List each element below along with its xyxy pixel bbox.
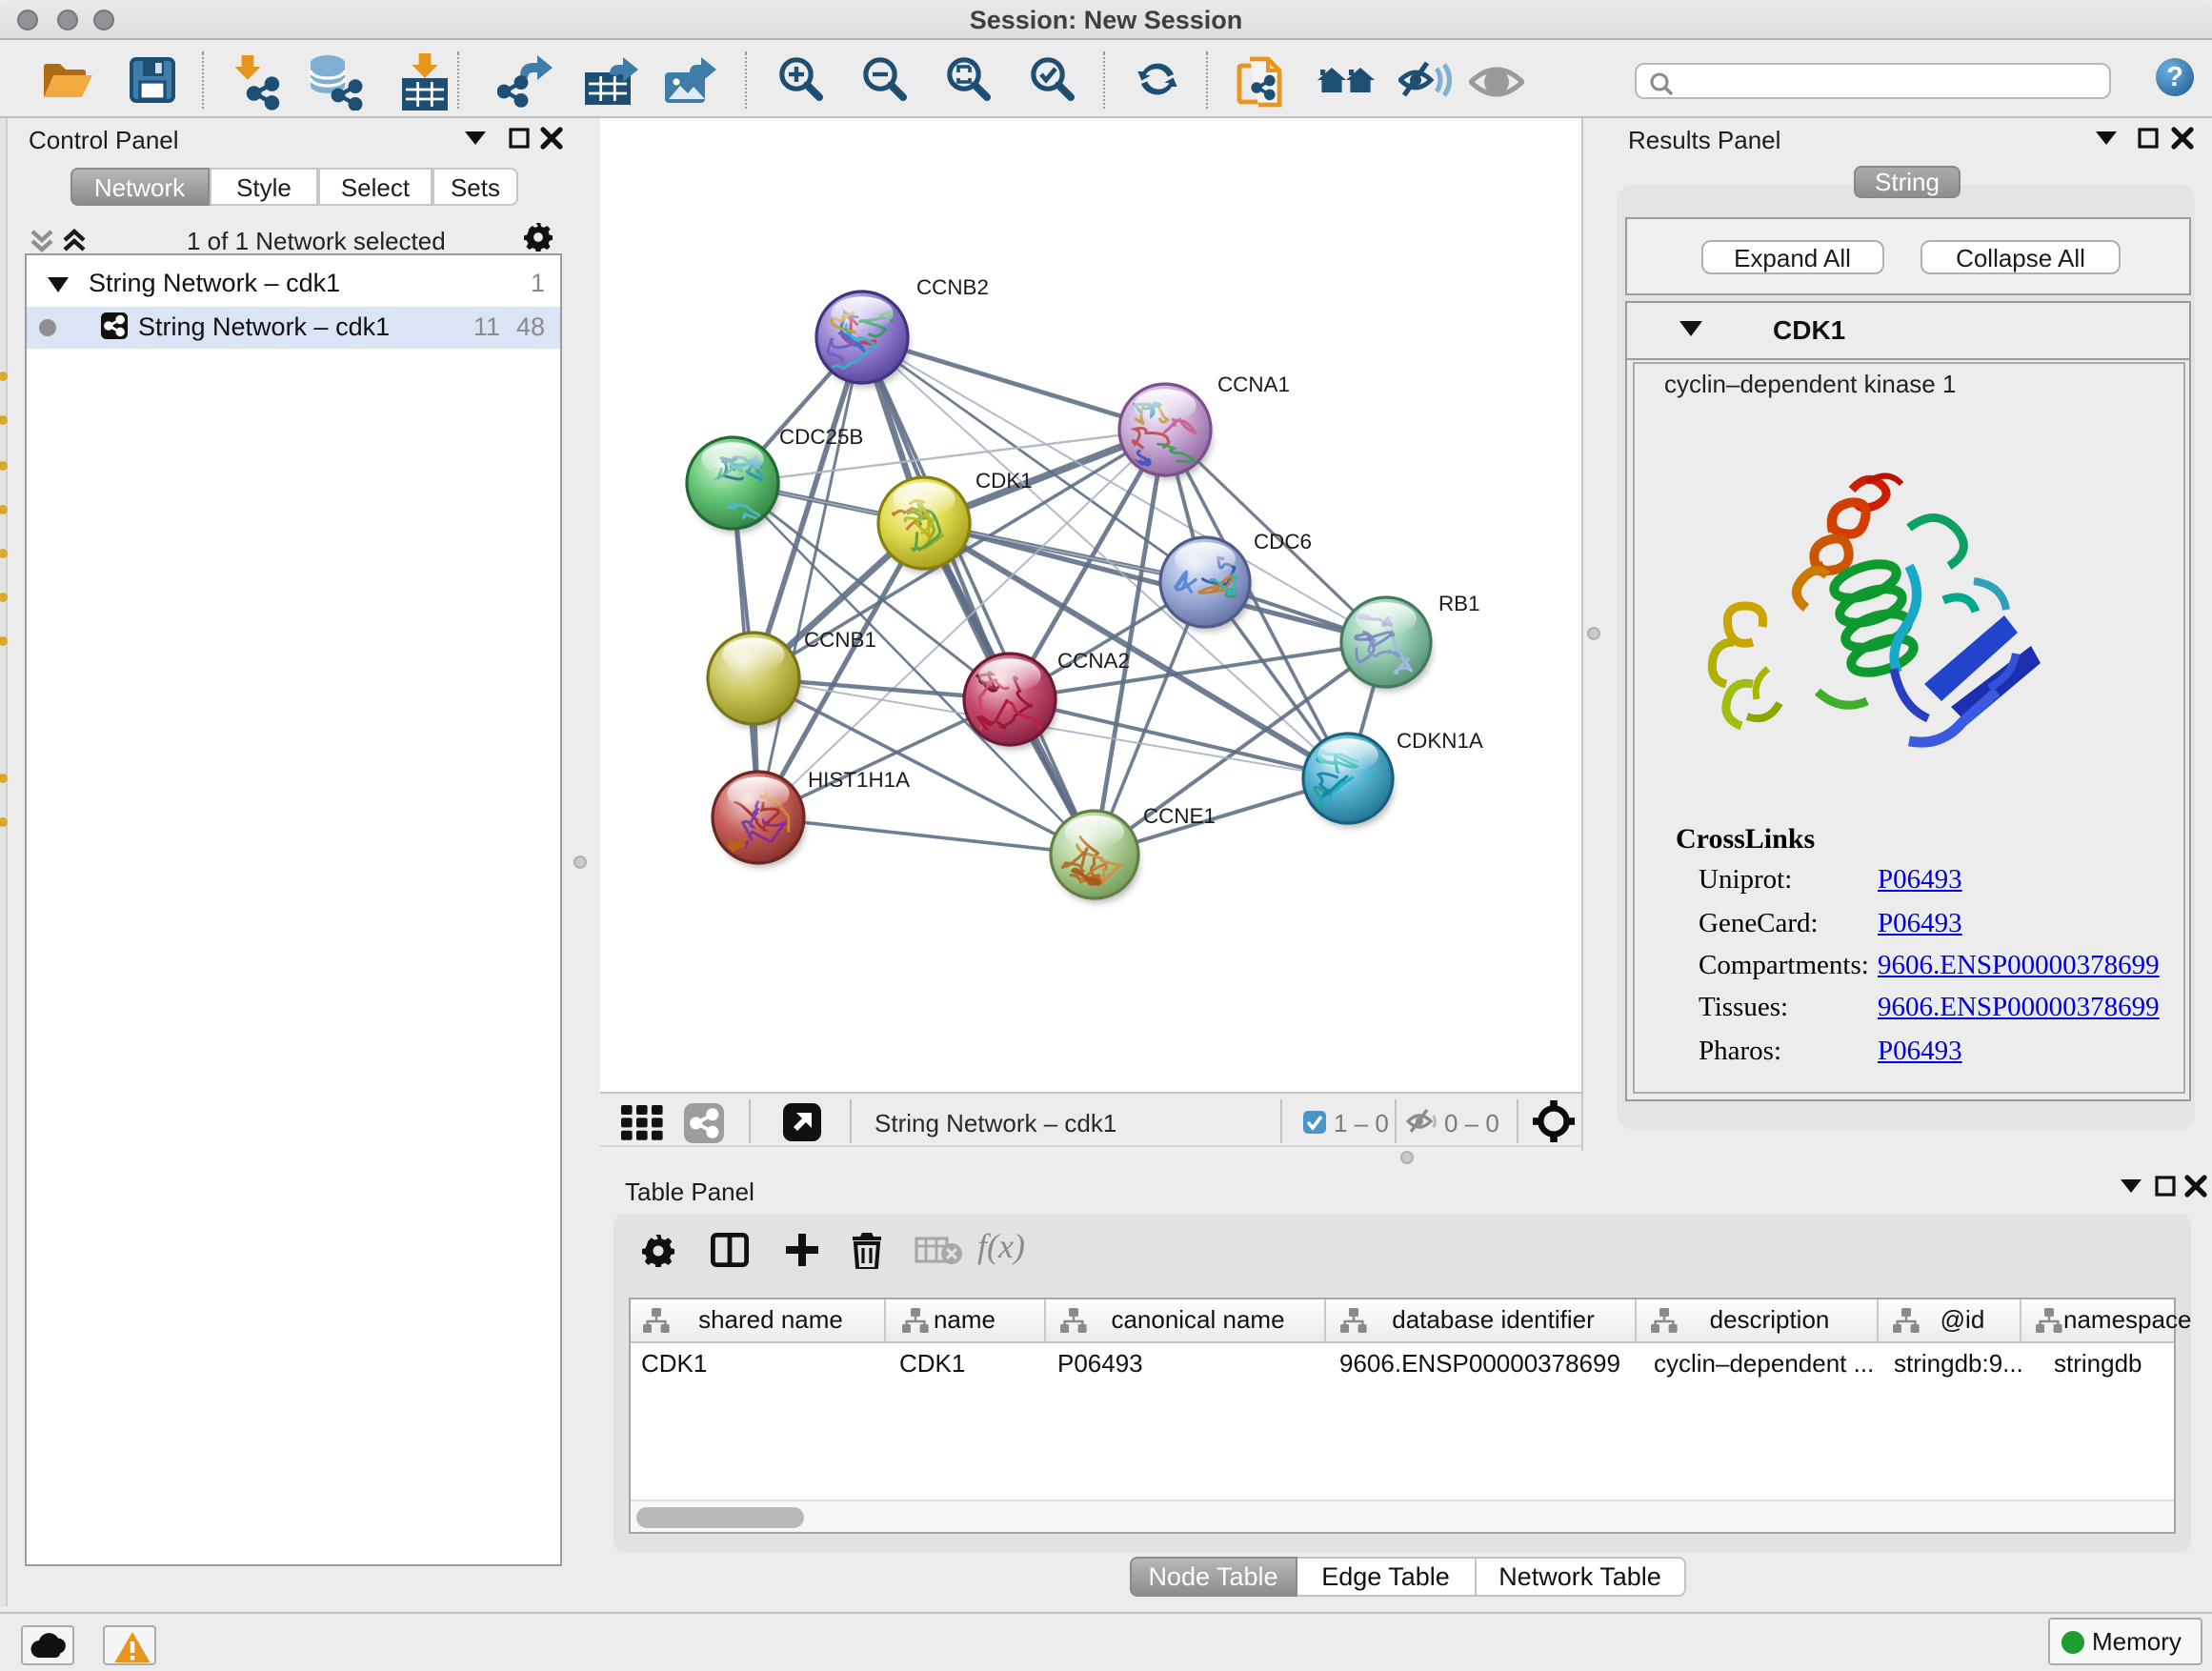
svg-text:CCNA2: CCNA2 bbox=[1057, 649, 1130, 673]
svg-text:CDK1: CDK1 bbox=[975, 469, 1033, 493]
svg-text:CCNA1: CCNA1 bbox=[1217, 372, 1290, 396]
svg-text:CCNB1: CCNB1 bbox=[804, 628, 876, 652]
svg-text:RB1: RB1 bbox=[1438, 592, 1480, 615]
svg-text:CDC6: CDC6 bbox=[1254, 530, 1312, 554]
svg-text:CCNE1: CCNE1 bbox=[1143, 804, 1216, 828]
svg-text:HIST1H1A: HIST1H1A bbox=[808, 768, 910, 792]
svg-text:CDKN1A: CDKN1A bbox=[1397, 729, 1483, 753]
svg-text:CDC25B: CDC25B bbox=[779, 425, 863, 449]
svg-text:CCNB2: CCNB2 bbox=[916, 275, 989, 299]
svg-text:?: ? bbox=[2166, 62, 2183, 92]
